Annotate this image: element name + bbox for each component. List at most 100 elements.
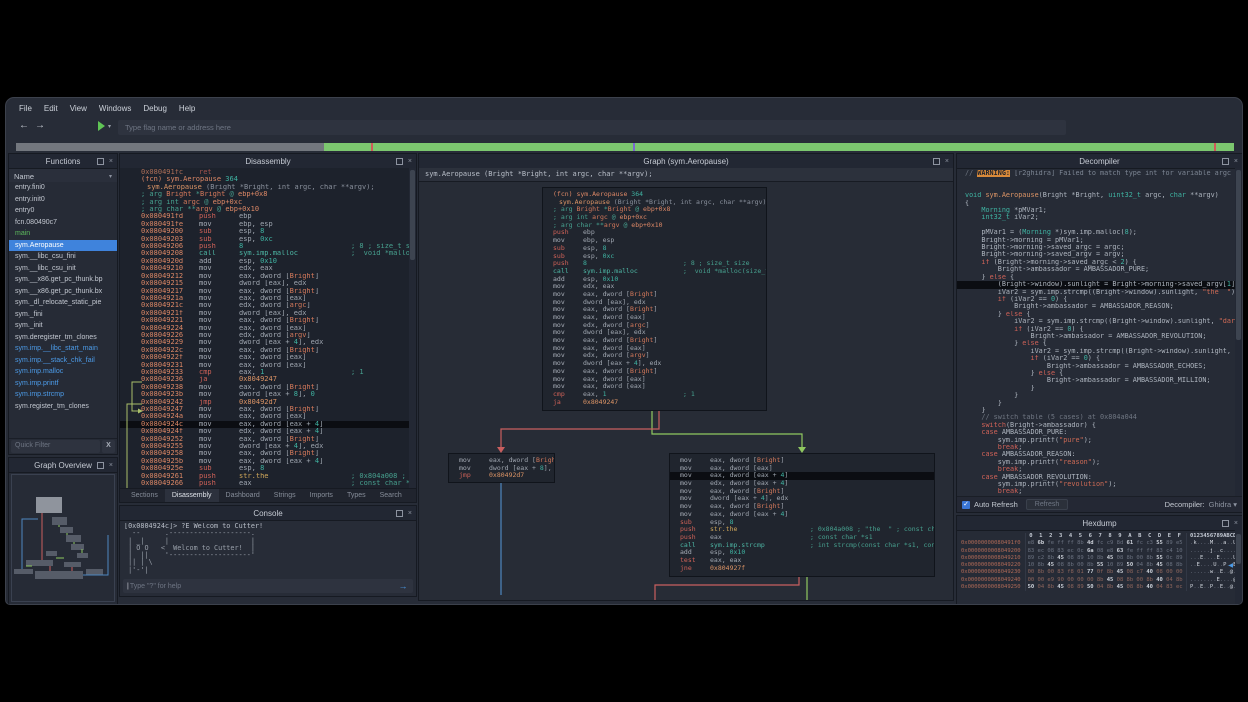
instruction-line[interactable]: 0x08049258moveax, dword [Bright]: [120, 450, 409, 457]
byte-cell[interactable]: 10: [1105, 562, 1115, 569]
byte-cell[interactable]: ec: [1174, 584, 1184, 591]
byte-cell[interactable]: 8b: [1085, 562, 1095, 569]
instruction-line[interactable]: testeax, eax: [670, 557, 934, 565]
instruction-line[interactable]: moveax, dword [eax]: [543, 383, 766, 391]
instruction-line[interactable]: 0x0804920daddesp, 0x10: [120, 258, 409, 265]
code-line[interactable]: }: [957, 400, 1235, 407]
graph-canvas[interactable]: (fcn) sym.Aeropause 364sym.Aeropause (Br…: [419, 181, 953, 600]
undock-icon[interactable]: [1222, 520, 1229, 527]
function-list-item[interactable]: sym.imp.__stack_chk_fail: [9, 355, 117, 367]
function-list-item[interactable]: sym.imp.strcmp: [9, 389, 117, 401]
byte-cell[interactable]: 8b: [1145, 577, 1155, 584]
byte-cell[interactable]: 04: [1095, 584, 1105, 591]
code-line[interactable]: } else {: [957, 274, 1235, 281]
menu-item-file[interactable]: File: [14, 103, 37, 114]
code-line[interactable]: (Bright->window).sunlight = Bright->morn…: [957, 281, 1235, 288]
byte-cell[interactable]: 40: [1155, 577, 1165, 584]
console-panel-header[interactable]: Console ×: [120, 506, 416, 521]
byte-cell[interactable]: 55: [1155, 555, 1165, 562]
instruction-line[interactable]: subesp, 8: [543, 245, 766, 253]
byte-cell[interactable]: 83: [1155, 548, 1165, 555]
hexdump-row[interactable]: 0x00000000080492400000e9900000008b45088b…: [957, 577, 1235, 584]
code-line[interactable]: case AMBASSADOR_REVOLUTION:: [957, 474, 1235, 481]
byte-cell[interactable]: 45: [1056, 555, 1066, 562]
code-line[interactable]: sym.imp.printf("revolution");: [957, 481, 1235, 488]
byte-cell[interactable]: 08: [1115, 555, 1125, 562]
menu-item-edit[interactable]: Edit: [39, 103, 63, 114]
function-list-item[interactable]: sym._dl_relocate_static_pie: [9, 297, 117, 309]
tab-strings[interactable]: Strings: [267, 489, 303, 502]
byte-cell[interactable]: 8b: [1145, 555, 1155, 562]
menu-item-help[interactable]: Help: [174, 103, 200, 114]
code-line[interactable]: } else {: [957, 311, 1235, 318]
instruction-line[interactable]: movdword [eax], edx: [543, 329, 766, 337]
byte-cell[interactable]: 8b: [1075, 540, 1085, 547]
instruction-line[interactable]: 0x08049212moveax, dword [Bright]: [120, 273, 409, 280]
arg-comment-line[interactable]: ; arg int argc @ ebp+0xc: [543, 214, 766, 222]
code-line[interactable]: sym.imp.printf("reason");: [957, 459, 1235, 466]
byte-cell[interactable]: 55: [1095, 562, 1105, 569]
instruction-line[interactable]: moveax, dword [Bright]: [670, 488, 934, 496]
decompiler-panel-header[interactable]: Decompiler ×: [957, 154, 1242, 169]
hexdump-table[interactable]: .0123456789ABCDEF0123456789ABCDEF0x00000…: [957, 530, 1235, 604]
instruction-line[interactable]: moveax, dword [eax]: [670, 465, 934, 473]
function-list-item[interactable]: main: [9, 228, 117, 240]
signature-line[interactable]: sym.Aeropause (Bright *Bright, int argc,…: [543, 199, 766, 207]
instruction-line[interactable]: moveax, dword [Bright]: [670, 457, 934, 465]
byte-cell[interactable]: 45: [1105, 555, 1115, 562]
code-line[interactable]: Bright->ambassador = AMBASSADOR_REASON;: [957, 303, 1235, 310]
instruction-line[interactable]: 0x080491fcret: [120, 169, 409, 176]
arg-comment-line[interactable]: ; arg Bright *Bright @ ebp+0x8: [543, 206, 766, 214]
code-line[interactable]: switch(Bright->ambassador) {: [957, 422, 1235, 429]
byte-cell[interactable]: 00: [1066, 577, 1076, 584]
byte-cell[interactable]: 04: [1164, 577, 1174, 584]
hexdump-row[interactable]: 0x000000000804920083ec0883ec0c6a08e863fe…: [957, 548, 1235, 555]
code-line[interactable]: pMVar1 = (Morning *)sym.imp.malloc(8);: [957, 229, 1235, 236]
hexdump-row[interactable]: 0x0000000008049230008b0083f801770f8b4508…: [957, 569, 1235, 576]
byte-cell[interactable]: 63: [1115, 548, 1125, 555]
forward-button[interactable]: →: [35, 120, 45, 131]
byte-cell[interactable]: fc: [1135, 540, 1145, 547]
instruction-line[interactable]: movedx, dword [argc]: [543, 322, 766, 330]
byte-cell[interactable]: 8b: [1036, 562, 1046, 569]
byte-cell[interactable]: 83: [1164, 584, 1174, 591]
instruction-line[interactable]: addesp, 0x10: [670, 549, 934, 557]
instruction-line[interactable]: moveax, dword [Bright]: [670, 503, 934, 511]
scrollbar-thumb[interactable]: [410, 170, 415, 260]
byte-cell[interactable]: 89: [1026, 555, 1036, 562]
close-icon[interactable]: ×: [109, 159, 113, 164]
instruction-line[interactable]: 0x08049236ja0x8049247: [120, 376, 409, 383]
close-icon[interactable]: ×: [408, 511, 412, 516]
instruction-line[interactable]: moveax, dword [Bright]: [449, 457, 554, 465]
hexdump-row[interactable]: 0x0000000008049220108b45088b008b55108950…: [957, 562, 1235, 569]
instruction-line[interactable]: 0x08049221moveax, dword [Bright]: [120, 317, 409, 324]
instruction-line[interactable]: movedx, dword [eax + 4]: [670, 480, 934, 488]
code-line[interactable]: [957, 177, 1235, 184]
instruction-line[interactable]: subesp, 0xc: [543, 253, 766, 261]
tab-imports[interactable]: Imports: [303, 489, 340, 502]
quick-filter-input[interactable]: Quick Filter: [11, 440, 100, 453]
byte-cell[interactable]: 4d: [1085, 540, 1095, 547]
instruction-line[interactable]: jne0x804927f: [670, 565, 934, 573]
byte-cell[interactable]: 08: [1115, 577, 1125, 584]
byte-cell[interactable]: 50: [1085, 584, 1095, 591]
instruction-line[interactable]: moveax, dword [Bright]: [543, 337, 766, 345]
instruction-line[interactable]: 0x08049247moveax, dword [Bright]: [120, 406, 409, 413]
function-meta-line[interactable]: (fcn) sym.Aeropause 364: [120, 176, 409, 183]
instruction-line[interactable]: ja0x8049247: [543, 399, 766, 407]
signature-line[interactable]: sym.Aeropause (Bright *Bright, int argc,…: [120, 184, 409, 191]
scrollbar-thumb[interactable]: [1236, 534, 1241, 564]
byte-cell[interactable]: 8b: [1046, 584, 1056, 591]
byte-cell[interactable]: 8b: [1125, 555, 1135, 562]
basic-block-false[interactable]: moveax, dword [Bright]movdword [eax + 8]…: [448, 453, 555, 483]
code-line[interactable]: Morning *pMVar1;: [957, 207, 1235, 214]
byte-cell[interactable]: 04: [1155, 584, 1165, 591]
arg-comment-line[interactable]: ; arg char **argv @ ebp+0x10: [120, 206, 409, 213]
basic-block-true[interactable]: moveax, dword [Bright]moveax, dword [eax…: [669, 453, 935, 577]
byte-cell[interactable]: 6b: [1036, 540, 1046, 547]
byte-cell[interactable]: 45: [1115, 584, 1125, 591]
undock-icon[interactable]: [396, 158, 403, 165]
byte-cell[interactable]: fe: [1046, 540, 1056, 547]
code-line[interactable]: }: [957, 407, 1235, 414]
instruction-line[interactable]: 0x080491femovebp, esp: [120, 221, 409, 228]
